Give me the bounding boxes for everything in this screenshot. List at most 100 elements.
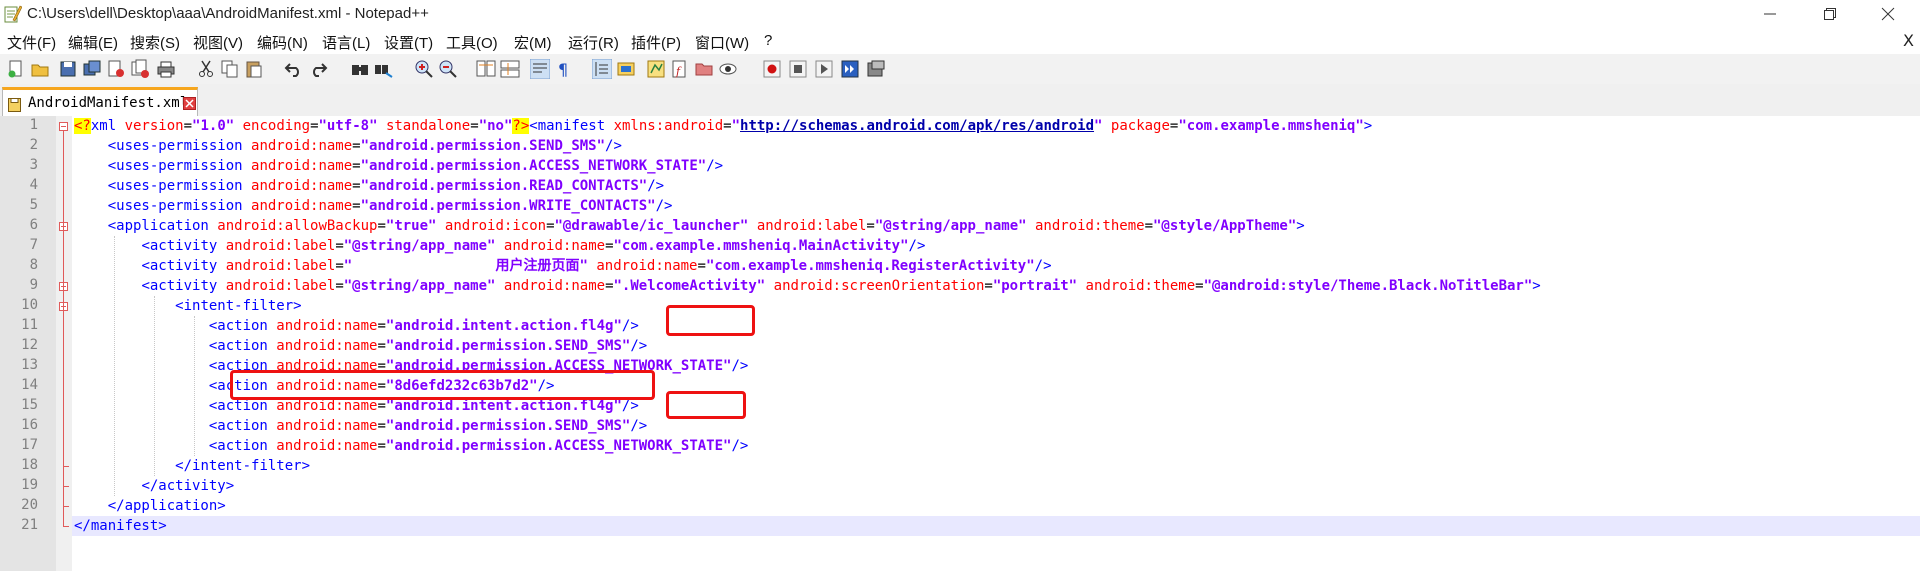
- code-line[interactable]: <uses-permission android:name="android.p…: [74, 176, 664, 196]
- code-line[interactable]: <?xml version="1.0" encoding="utf-8" sta…: [74, 116, 1372, 136]
- user-language-icon[interactable]: [616, 59, 636, 79]
- fold-margin[interactable]: [56, 116, 72, 571]
- code-token: =: [866, 218, 875, 234]
- stop-macro-icon[interactable]: [788, 59, 808, 79]
- code-token: <activity: [141, 238, 226, 254]
- paste-icon[interactable]: [244, 59, 264, 79]
- code-line[interactable]: <application android:allowBackup="true" …: [74, 216, 1305, 236]
- close-all-icon[interactable]: [130, 59, 150, 79]
- cut-icon[interactable]: [196, 59, 216, 79]
- replace-icon[interactable]: [374, 59, 394, 79]
- code-line[interactable]: <intent-filter>: [74, 296, 301, 316]
- record-macro-icon[interactable]: [762, 59, 782, 79]
- zoom-out-icon[interactable]: [438, 59, 458, 79]
- close-window-button[interactable]: [1858, 0, 1918, 28]
- code-line[interactable]: <action android:name="android.intent.act…: [74, 316, 639, 336]
- menu-macro[interactable]: 宏(M): [514, 32, 552, 53]
- code-token: =: [310, 118, 319, 134]
- menu-tools[interactable]: 工具(O): [446, 32, 498, 53]
- save-macro-icon[interactable]: [866, 59, 886, 79]
- line-number: 19: [21, 477, 38, 493]
- indent-guide-icon[interactable]: [592, 59, 612, 79]
- new-file-icon[interactable]: [6, 59, 26, 79]
- save-icon[interactable]: [58, 59, 78, 79]
- line-number: 4: [29, 177, 38, 193]
- code-token: android:name: [276, 338, 378, 354]
- zoom-in-icon[interactable]: [414, 59, 434, 79]
- menu-help[interactable]: ?: [764, 32, 772, 49]
- code-token: 用户注册页面: [495, 258, 580, 274]
- show-all-chars-icon[interactable]: ¶: [554, 59, 574, 79]
- code-token: android:allowBackup: [217, 218, 378, 234]
- menu-language[interactable]: 语言(L): [322, 32, 370, 53]
- restore-button[interactable]: [1800, 0, 1860, 28]
- menu-settings[interactable]: 设置(T): [384, 32, 433, 53]
- code-token: "android.permission.READ_CONTACTS": [360, 178, 648, 194]
- menu-file[interactable]: 文件(F): [7, 32, 56, 53]
- sync-horizontal-icon[interactable]: [500, 59, 520, 79]
- run-macro-multiple-icon[interactable]: [840, 59, 860, 79]
- sync-vertical-icon[interactable]: [476, 59, 496, 79]
- line-number: 2: [29, 137, 38, 153]
- code-line[interactable]: <action android:name="android.permission…: [74, 416, 647, 436]
- save-all-icon[interactable]: [82, 59, 102, 79]
- menu-run[interactable]: 运行(R): [568, 32, 619, 53]
- menu-search[interactable]: 搜索(S): [130, 32, 180, 53]
- code-token: =: [1195, 278, 1204, 294]
- code-line[interactable]: <activity android:label="@string/app_nam…: [74, 236, 925, 256]
- code-token: android:name: [276, 318, 378, 334]
- code-token: =: [335, 258, 344, 274]
- tab-androidmanifest[interactable]: AndroidManifest.xml: [2, 87, 198, 116]
- code-line[interactable]: </application>: [74, 496, 226, 516]
- code-line[interactable]: <action android:name="android.permission…: [74, 336, 647, 356]
- code-token: "android.permission.ACCESS_NETWORK_STATE…: [360, 158, 707, 174]
- monitoring-icon[interactable]: [718, 59, 738, 79]
- function-list-icon[interactable]: f: [670, 59, 690, 79]
- print-icon[interactable]: [156, 59, 176, 79]
- open-file-icon[interactable]: [30, 59, 50, 79]
- code-line[interactable]: <uses-permission android:name="android.p…: [74, 136, 622, 156]
- code-token: "@string/app_name": [343, 238, 496, 254]
- code-token: <action: [208, 398, 277, 414]
- copy-icon[interactable]: [220, 59, 240, 79]
- folder-workspace-icon[interactable]: [694, 59, 714, 79]
- menu-view[interactable]: 视图(V): [193, 32, 243, 53]
- code-line[interactable]: <uses-permission android:name="android.p…: [74, 196, 673, 216]
- code-line[interactable]: </intent-filter>: [74, 456, 310, 476]
- close-icon[interactable]: [106, 59, 126, 79]
- code-line[interactable]: <activity android:label="@string/app_nam…: [74, 276, 1540, 296]
- fold-toggle-icon[interactable]: [59, 122, 68, 131]
- code-token: =: [984, 278, 993, 294]
- minimize-button[interactable]: [1740, 0, 1800, 28]
- play-macro-icon[interactable]: [814, 59, 834, 79]
- code-line[interactable]: <activity android:label=" 用户注册页面" androi…: [74, 256, 1051, 276]
- code-token: =: [352, 138, 361, 154]
- code-token: />: [908, 238, 926, 254]
- code-token: "android.intent.action.fl4g": [385, 398, 622, 414]
- redo-icon[interactable]: [308, 59, 328, 79]
- word-wrap-icon[interactable]: [530, 59, 550, 79]
- code-line[interactable]: </activity>: [74, 476, 234, 496]
- menu-encoding[interactable]: 编码(N): [257, 32, 308, 53]
- line-number: 9: [29, 277, 38, 293]
- menu-window[interactable]: 窗口(W): [695, 32, 749, 53]
- code-token: "1.0": [192, 118, 235, 134]
- menu-plugins[interactable]: 插件(P): [631, 32, 681, 53]
- doc-map-icon[interactable]: [646, 59, 666, 79]
- code-line[interactable]: </manifest>: [74, 516, 167, 536]
- tab-close-icon[interactable]: [183, 97, 196, 110]
- code-line[interactable]: <uses-permission android:name="android.p…: [74, 156, 723, 176]
- menu-edit[interactable]: 编辑(E): [68, 32, 118, 53]
- editor-pane[interactable]: 1 2 3 4 5 6 7 8 9 10 11 12 13 14 15 16 17 18 19 20 21 <?xml …: [0, 116, 1920, 571]
- close-document-button[interactable]: X: [1903, 31, 1914, 50]
- code-line[interactable]: <action android:name="android.permission…: [74, 436, 748, 456]
- find-icon[interactable]: [350, 59, 370, 79]
- code-token: "@string/app_name": [343, 278, 496, 294]
- undo-icon[interactable]: [284, 59, 304, 79]
